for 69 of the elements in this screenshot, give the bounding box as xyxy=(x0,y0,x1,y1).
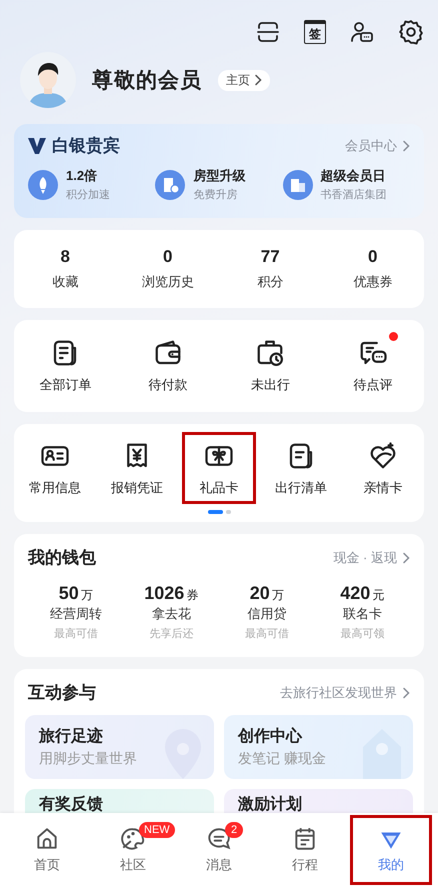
heart-icon[interactable] xyxy=(368,441,398,471)
benefit-subtitle: 积分加速 xyxy=(66,188,110,202)
wallet-label: 拿去花 xyxy=(152,605,191,623)
tab[interactable]: 我的 xyxy=(350,815,432,885)
tool-link[interactable]: 报销凭证 xyxy=(111,479,163,497)
benefit-title: 1.2倍 xyxy=(66,167,98,185)
wallet-note: 最高可借 xyxy=(54,626,98,641)
wallet-label: 经营周转 xyxy=(50,605,102,623)
avatar[interactable] xyxy=(20,52,76,108)
feature-card[interactable]: 创作中心 发笔记 赚现金 xyxy=(224,715,413,779)
order-link[interactable]: 未出行 xyxy=(250,376,290,394)
wallet-note: 最高可借 xyxy=(244,626,289,641)
tool-link[interactable]: 亲情卡 xyxy=(364,479,402,497)
rocket-icon xyxy=(28,170,58,200)
v-logo-icon xyxy=(28,138,46,154)
feature-card[interactable]: 激励计划 xyxy=(224,789,413,813)
order-link[interactable]: 待付款 xyxy=(148,376,188,394)
section-title: 互动参与 xyxy=(28,682,96,704)
card-subtitle: 发笔记 赚现金 xyxy=(238,750,327,768)
wallet-label: 信用贷 xyxy=(247,605,286,623)
order-link[interactable]: 待点评 xyxy=(353,376,392,394)
card-title: 有奖反馈 xyxy=(39,797,104,813)
section-title: 我的钱包 xyxy=(28,547,96,569)
tab[interactable]: 行程 xyxy=(264,815,346,885)
chevron-icon xyxy=(402,552,410,564)
card-title: 激励计划 xyxy=(238,797,303,813)
tool-link[interactable]: 常用信息 xyxy=(29,479,81,497)
wallet-note: 最高可领 xyxy=(340,626,384,641)
card-title: 旅行足迹 xyxy=(39,726,104,747)
benefit-title: 房型升级 xyxy=(193,167,246,185)
settings-icon[interactable] xyxy=(398,19,424,45)
bag-clock-icon[interactable] xyxy=(255,338,286,368)
scan-icon[interactable] xyxy=(256,20,280,44)
tier-name: 白银贵宾 xyxy=(52,135,120,157)
chevron-icon xyxy=(402,686,410,698)
order-link[interactable]: 全部订单 xyxy=(39,376,92,394)
wallet-label: 联名卡 xyxy=(342,605,382,623)
tab[interactable]: 首页 xyxy=(6,815,88,885)
home-page-link[interactable]: 主页 xyxy=(218,70,270,90)
person-chat-icon[interactable] xyxy=(350,20,374,44)
tab[interactable]: NEW 社区 xyxy=(92,815,174,885)
benefit-title: 超级会员日 xyxy=(320,167,387,185)
member-name: 尊敬的会员 xyxy=(92,68,202,94)
stat-item[interactable]: 0 浏览历史 xyxy=(116,247,219,291)
badge: 2 xyxy=(225,822,243,838)
chevron-icon xyxy=(402,140,410,152)
amount[interactable]: 1026 券 xyxy=(144,583,198,604)
amount[interactable]: 50 万 xyxy=(58,583,93,604)
amount[interactable]: 420 元 xyxy=(340,583,384,604)
check-in-button[interactable]: 签 xyxy=(304,20,326,44)
stat-item[interactable]: 8 收藏 xyxy=(14,247,116,291)
feature-card[interactable]: 旅行足迹 用脚步丈量世界 xyxy=(25,715,214,779)
benefit-subtitle: 免费升房 xyxy=(193,188,238,202)
card-subtitle: 用脚步丈量世界 xyxy=(39,750,138,768)
tab[interactable]: 2 消息 xyxy=(178,815,260,885)
stat-item[interactable]: 77 积分 xyxy=(219,247,322,291)
card-title: 创作中心 xyxy=(238,726,304,747)
benefit-subtitle: 书香酒店集团 xyxy=(320,188,387,202)
stat-item[interactable]: 0 优惠券 xyxy=(322,247,424,291)
message-icon xyxy=(206,826,232,852)
wallet-note: 先享后还 xyxy=(149,626,194,641)
tool-link[interactable]: 礼品卡 xyxy=(200,479,238,497)
badge: NEW xyxy=(139,822,175,838)
building-icon xyxy=(282,170,313,200)
chevron-icon xyxy=(254,74,262,86)
tool-link[interactable]: 出行清单 xyxy=(275,479,327,497)
palette-icon xyxy=(120,826,146,852)
amount[interactable]: 20 万 xyxy=(250,583,284,604)
feature-card[interactable]: 有奖反馈 xyxy=(25,789,214,813)
